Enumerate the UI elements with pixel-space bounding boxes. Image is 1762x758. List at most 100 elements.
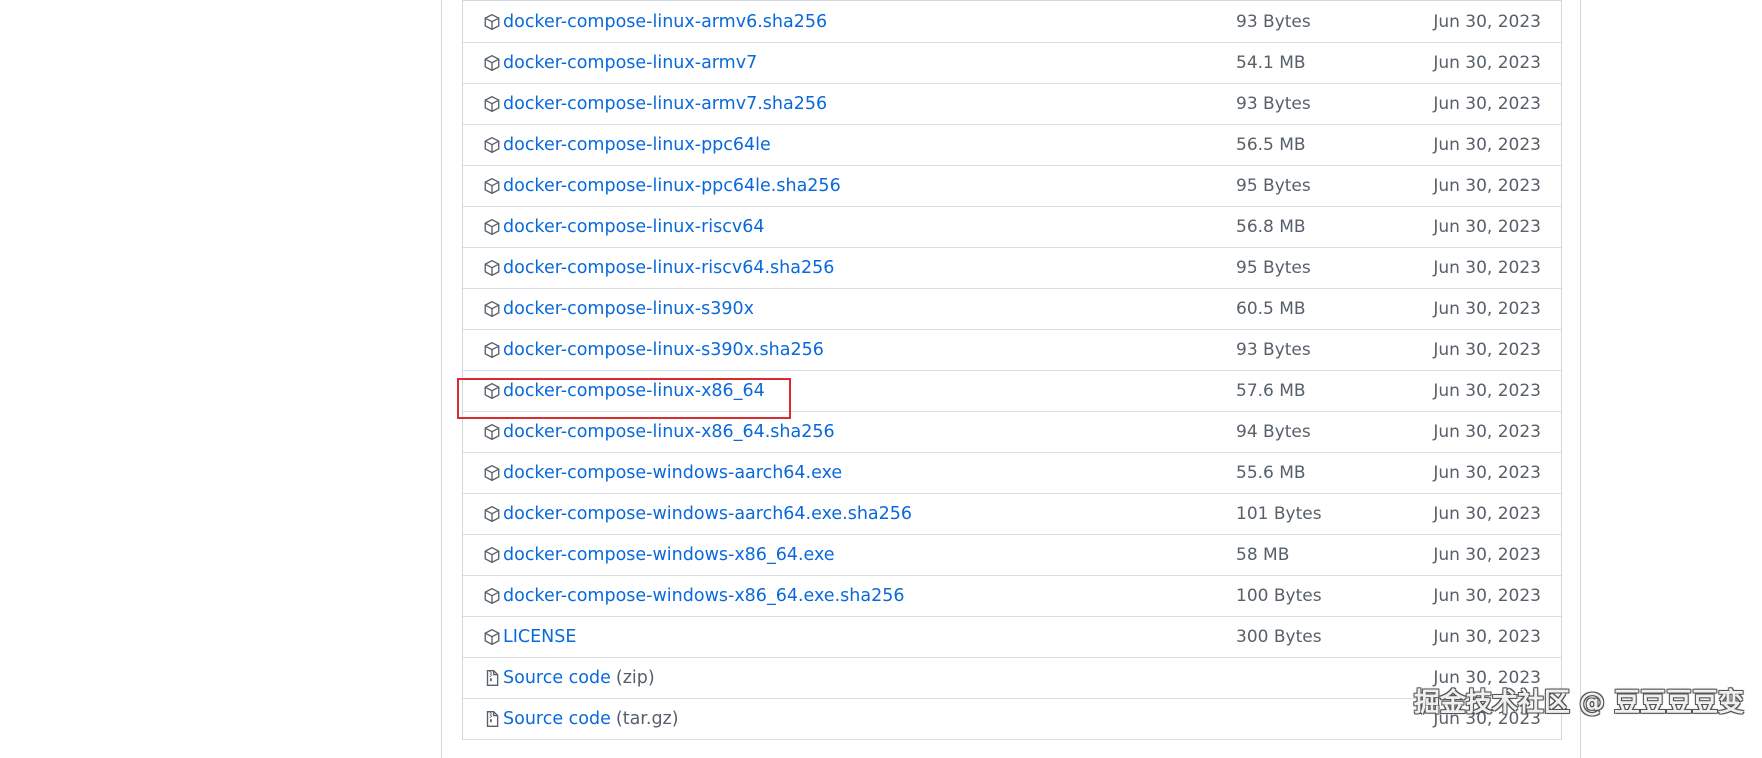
asset-link[interactable]: docker-compose-windows-x86_64.exe.sha256 (483, 576, 904, 616)
asset-size: 93 Bytes (1236, 11, 1311, 32)
asset-row: docker-compose-linux-ppc64le 56.5 MB Jun 3… (463, 125, 1561, 166)
asset-row: LICENSE 300 Bytes Jun 30, 2023 (463, 617, 1561, 658)
asset-name: docker-compose-windows-aarch64.exe (503, 463, 843, 483)
asset-name: LICENSE (503, 627, 577, 647)
asset-row: docker-compose-linux-x86_64.sha256 94 Byt… (463, 412, 1561, 453)
file-zip-icon (483, 669, 501, 687)
asset-name: docker-compose-linux-riscv64.sha256 (503, 258, 835, 278)
package-icon (483, 95, 501, 113)
asset-name: Source code (503, 668, 611, 688)
asset-name: docker-compose-windows-x86_64.exe (503, 545, 835, 565)
asset-date: Jun 30, 2023 (1433, 176, 1541, 196)
asset-link[interactable]: docker-compose-linux-ppc64le.sha256 (483, 166, 841, 206)
package-icon (483, 505, 501, 523)
asset-row: docker-compose-linux-s390x.sha256 93 Byte… (463, 330, 1561, 371)
asset-size: 56.5 MB (1236, 135, 1306, 155)
asset-size: 101 Bytes (1236, 504, 1322, 524)
asset-date: Jun 30, 2023 (1433, 504, 1541, 524)
package-icon (483, 341, 501, 359)
asset-name: docker-compose-linux-s390x (503, 299, 754, 319)
release-assets-list: docker-compose-linux-armv6.sha256 93 Byte… (462, 0, 1562, 740)
asset-link[interactable]: docker-compose-linux-s390x.sha256 (483, 330, 824, 370)
package-icon (483, 423, 501, 441)
asset-date: Jun 30, 2023 (1433, 299, 1541, 319)
asset-row: docker-compose-windows-x86_64.exe.sha256… (463, 576, 1561, 617)
asset-row: docker-compose-linux-armv6.sha256 93 Byte… (463, 1, 1561, 43)
asset-size: 54.1 MB (1236, 53, 1306, 73)
asset-row: docker-compose-windows-aarch64.exe 55.6 M… (463, 453, 1561, 494)
asset-suffix: (zip) (615, 668, 655, 688)
asset-row: Source code (zip) Jun 30, 2023 (463, 658, 1561, 699)
asset-suffix: (tar.gz) (615, 709, 679, 729)
asset-link[interactable]: docker-compose-linux-armv7.sha256 (483, 84, 827, 124)
asset-link[interactable]: docker-compose-linux-ppc64le (483, 125, 771, 165)
asset-row: docker-compose-windows-x86_64.exe 58 MB Ju… (463, 535, 1561, 576)
asset-date: Jun 30, 2023 (1433, 586, 1541, 606)
asset-date: Jun 30, 2023 (1433, 340, 1541, 360)
asset-size: 95 Bytes (1236, 176, 1311, 196)
asset-size: 93 Bytes (1236, 94, 1311, 114)
asset-row: docker-compose-linux-riscv64 56.8 MB Jun 3… (463, 207, 1561, 248)
asset-date: Jun 30, 2023 (1433, 135, 1541, 155)
package-icon (483, 13, 501, 31)
package-icon (483, 218, 501, 236)
asset-link[interactable]: Source code (tar.gz) (483, 699, 679, 739)
asset-size: 55.6 MB (1236, 463, 1306, 483)
asset-size: 93 Bytes (1236, 340, 1311, 360)
asset-date: Jun 30, 2023 (1433, 627, 1541, 647)
asset-name: docker-compose-linux-riscv64 (503, 217, 765, 237)
asset-row: docker-compose-linux-armv7 54.1 MB Jun 30,… (463, 43, 1561, 84)
asset-link[interactable]: docker-compose-windows-aarch64.exe.sha25… (483, 494, 912, 534)
asset-link[interactable]: LICENSE (483, 617, 576, 657)
asset-row: docker-compose-linux-s390x 60.5 MB Jun 30,… (463, 289, 1561, 330)
asset-link[interactable]: docker-compose-linux-armv7 (483, 43, 757, 83)
asset-name: Source code (503, 709, 611, 729)
asset-date: Jun 30, 2023 (1433, 463, 1541, 483)
asset-size: 94 Bytes (1236, 422, 1311, 442)
asset-link[interactable]: docker-compose-linux-x86_64.sha256 (483, 412, 835, 452)
package-icon (483, 546, 501, 564)
asset-name: docker-compose-windows-aarch64.exe.sha25… (503, 504, 913, 524)
package-icon (483, 628, 501, 646)
asset-date: Jun 30, 2023 (1433, 545, 1541, 565)
asset-link[interactable]: docker-compose-linux-armv6.sha256 (483, 1, 827, 42)
package-icon (483, 177, 501, 195)
asset-link[interactable]: Source code (zip) (483, 658, 655, 698)
asset-row: docker-compose-windows-aarch64.exe.sha25… (463, 494, 1561, 535)
asset-size: 58 MB (1236, 545, 1290, 565)
asset-date: Jun 30, 2023 (1433, 381, 1541, 401)
package-icon (483, 136, 501, 154)
asset-row: docker-compose-linux-armv7.sha256 93 Byte… (463, 84, 1561, 125)
asset-link[interactable]: docker-compose-linux-x86_64 (483, 371, 765, 411)
asset-size: 100 Bytes (1236, 586, 1322, 606)
asset-date: Jun 30, 2023 (1433, 53, 1541, 73)
asset-name: docker-compose-linux-s390x.sha256 (503, 340, 824, 360)
asset-link[interactable]: docker-compose-linux-riscv64.sha256 (483, 248, 834, 288)
asset-name: docker-compose-linux-ppc64le (503, 135, 771, 155)
asset-date: Jun 30, 2023 (1433, 11, 1541, 32)
file-zip-icon (483, 710, 501, 728)
package-icon (483, 300, 501, 318)
asset-name: docker-compose-linux-x86_64 (503, 381, 765, 401)
asset-date: Jun 30, 2023 (1433, 217, 1541, 237)
asset-link[interactable]: docker-compose-linux-riscv64 (483, 207, 765, 247)
asset-link[interactable]: docker-compose-linux-s390x (483, 289, 754, 329)
asset-link[interactable]: docker-compose-windows-x86_64.exe (483, 535, 835, 575)
asset-link[interactable]: docker-compose-windows-aarch64.exe (483, 453, 842, 493)
asset-size: 57.6 MB (1236, 381, 1306, 401)
watermark: 掘金技术社区 @ 豆豆豆豆变 (1413, 688, 1744, 718)
package-icon (483, 382, 501, 400)
package-icon (483, 259, 501, 277)
asset-name: docker-compose-windows-x86_64.exe.sha256 (503, 586, 905, 606)
asset-date: Jun 30, 2023 (1433, 258, 1541, 278)
asset-size: 60.5 MB (1236, 299, 1306, 319)
asset-row: Source code (tar.gz) Jun 30, 2023 (463, 699, 1561, 740)
asset-size: 300 Bytes (1236, 627, 1322, 647)
asset-name: docker-compose-linux-ppc64le.sha256 (503, 176, 841, 196)
asset-row: docker-compose-linux-ppc64le.sha256 95 By… (463, 166, 1561, 207)
asset-name: docker-compose-linux-x86_64.sha256 (503, 422, 835, 442)
asset-name: docker-compose-linux-armv7.sha256 (503, 94, 828, 114)
asset-size: 95 Bytes (1236, 258, 1311, 278)
asset-date: Jun 30, 2023 (1433, 94, 1541, 114)
asset-date: Jun 30, 2023 (1433, 422, 1541, 442)
